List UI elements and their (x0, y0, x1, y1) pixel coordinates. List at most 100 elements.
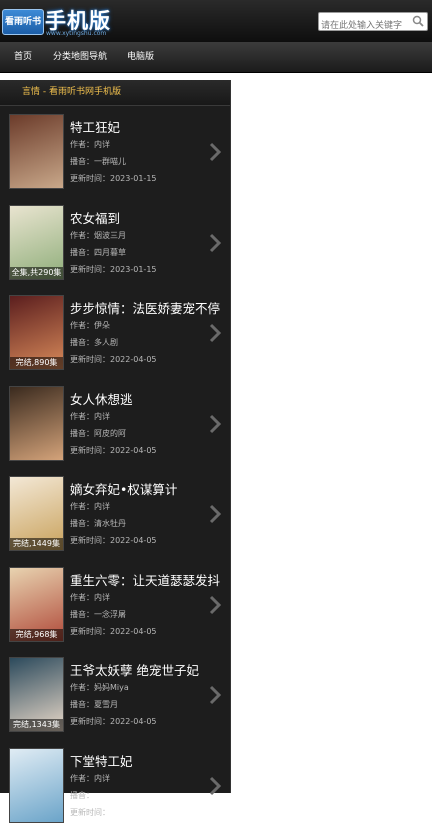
nav-desktop-version[interactable]: 电脑版 (127, 42, 154, 72)
book-list-panel: 言情 - 看雨听书网手机版 特工狂妃 作者：内详 播音：一群喵儿 更新时间：20… (0, 80, 231, 822)
book-author-row: 作者：内详 (70, 139, 110, 150)
book-cover[interactable]: 完结,1343集 (10, 658, 63, 731)
chevron-right-icon[interactable] (208, 684, 222, 706)
book-author: 内详 (94, 593, 110, 602)
chevron-right-icon[interactable] (208, 775, 222, 797)
book-narrator: 一群喵儿 (94, 157, 126, 166)
book-author: 烟波三月 (94, 231, 126, 240)
nav-home[interactable]: 首页 (14, 42, 32, 72)
book-author-row: 作者：内详 (70, 773, 110, 784)
book-list-item[interactable]: 全集,共290集 农女福到 作者：烟波三月 播音：四月暮草 更新时间：2023-… (0, 206, 230, 297)
book-list-item[interactable]: 女人休想逃 作者：内详 播音：阿皮的阿 更新时间：2022-04-05 (0, 387, 230, 478)
book-cover-art (10, 387, 63, 460)
book-title[interactable]: 嫡女弃妃•权谋算计 (70, 479, 230, 498)
book-author-row: 作者：内详 (70, 501, 110, 512)
logo-badge: 看雨听书 (2, 9, 44, 35)
book-narrator-row: 播音：四月暮草 (70, 247, 126, 258)
book-narrator: 一念浮屠 (94, 610, 126, 619)
book-cover[interactable] (10, 387, 63, 460)
updated-label: 更新时间： (70, 536, 110, 545)
chevron-right-icon[interactable] (208, 413, 222, 435)
book-updated-row: 更新时间：2023-01-15 (70, 173, 157, 184)
book-title[interactable]: 步步惊情：法医娇妻宠不停 (70, 298, 230, 317)
book-narrator-row: 播音：夏雪月 (70, 699, 118, 710)
updated-label: 更新时间： (70, 808, 110, 817)
book-narrator: 夏雪月 (94, 700, 118, 709)
book-list-item[interactable]: 特工狂妃 作者：内详 播音：一群喵儿 更新时间：2023-01-15 (0, 115, 230, 206)
book-updated-row: 更新时间：2022-04-05 (70, 354, 157, 365)
chevron-right-icon[interactable] (208, 503, 222, 525)
narrator-label: 播音： (70, 429, 94, 438)
book-title[interactable]: 王爷太妖孽 绝宠世子妃 (70, 660, 230, 679)
narrator-label: 播音： (70, 700, 94, 709)
narrator-label: 播音： (70, 248, 94, 257)
book-cover[interactable] (10, 115, 63, 188)
book-author-row: 作者：内详 (70, 411, 110, 422)
book-title[interactable]: 特工狂妃 (70, 117, 230, 136)
book-author: 内详 (94, 140, 110, 149)
search-box (318, 12, 428, 35)
book-title[interactable]: 女人休想逃 (70, 389, 230, 408)
cover-badge: 完结,1449集 (10, 538, 63, 550)
book-author: 妈妈Miya (94, 683, 129, 692)
nav-category-map[interactable]: 分类地图导航 (53, 42, 107, 72)
book-cover-art (10, 115, 63, 188)
narrator-label: 播音： (70, 157, 94, 166)
chevron-right-icon[interactable] (208, 594, 222, 616)
book-list-item[interactable]: 下堂特工妃 作者：内详 播音： 更新时间： (0, 749, 230, 840)
site-logo[interactable]: 看雨听书 手机版 www.xytingshu.com (2, 5, 112, 37)
book-updated: 2022-04-05 (110, 536, 157, 545)
book-list-item[interactable]: 完结,890集 步步惊情：法医娇妻宠不停 作者：伊朵 播音：多人剧 更新时间：2… (0, 296, 230, 387)
book-cover[interactable] (10, 749, 63, 822)
narrator-label: 播音： (70, 791, 94, 800)
book-updated-row: 更新时间：2022-04-05 (70, 626, 157, 637)
book-author-row: 作者：伊朵 (70, 320, 110, 331)
chevron-right-icon[interactable] (208, 232, 222, 254)
search-icon[interactable] (412, 15, 424, 27)
author-label: 作者： (70, 140, 94, 149)
author-label: 作者： (70, 412, 94, 421)
book-updated: 2023-01-15 (110, 174, 157, 183)
book-updated: 2022-04-05 (110, 355, 157, 364)
book-updated-row: 更新时间：2022-04-05 (70, 716, 157, 727)
book-author: 内详 (94, 502, 110, 511)
book-list-item[interactable]: 完结,1343集 王爷太妖孽 绝宠世子妃 作者：妈妈Miya 播音：夏雪月 更新… (0, 658, 230, 749)
logo-url: www.xytingshu.com (46, 30, 107, 37)
book-author: 内详 (94, 412, 110, 421)
author-label: 作者： (70, 231, 94, 240)
narrator-label: 播音： (70, 610, 94, 619)
chevron-right-icon[interactable] (208, 322, 222, 344)
book-title[interactable]: 重生六零：让天道瑟瑟发抖 (70, 570, 230, 589)
author-label: 作者： (70, 321, 94, 330)
book-title[interactable]: 下堂特工妃 (70, 751, 230, 770)
main-nav: 首页 分类地图导航 电脑版 (0, 42, 432, 73)
book-cover[interactable]: 完结,890集 (10, 296, 63, 369)
cover-badge: 完结,968集 (10, 629, 63, 641)
author-label: 作者： (70, 774, 94, 783)
updated-label: 更新时间： (70, 355, 110, 364)
search-input[interactable] (319, 17, 409, 35)
book-cover[interactable]: 全集,共290集 (10, 206, 63, 279)
book-narrator: 清水牡丹 (94, 519, 126, 528)
book-cover[interactable]: 完结,968集 (10, 568, 63, 641)
book-author: 内详 (94, 774, 110, 783)
book-author-row: 作者：妈妈Miya (70, 682, 129, 693)
updated-label: 更新时间： (70, 717, 110, 726)
book-narrator-row: 播音：多人剧 (70, 337, 118, 348)
author-label: 作者： (70, 502, 94, 511)
chevron-right-icon[interactable] (208, 141, 222, 163)
book-narrator-row: 播音：一念浮屠 (70, 609, 126, 620)
book-list-item[interactable]: 完结,1449集 嫡女弃妃•权谋算计 作者：内详 播音：清水牡丹 更新时间：20… (0, 477, 230, 568)
updated-label: 更新时间： (70, 265, 110, 274)
updated-label: 更新时间： (70, 627, 110, 636)
book-title[interactable]: 农女福到 (70, 208, 230, 227)
book-updated-row: 更新时间：2022-04-05 (70, 535, 157, 546)
book-updated: 2023-01-15 (110, 265, 157, 274)
book-cover[interactable]: 完结,1449集 (10, 477, 63, 550)
book-narrator-row: 播音：清水牡丹 (70, 518, 126, 529)
book-list-item[interactable]: 完结,968集 重生六零：让天道瑟瑟发抖 作者：内详 播音：一念浮屠 更新时间：… (0, 568, 230, 659)
book-author-row: 作者：内详 (70, 592, 110, 603)
book-updated-row: 更新时间：2023-01-15 (70, 264, 157, 275)
book-updated: 2022-04-05 (110, 446, 157, 455)
cover-badge: 完结,1343集 (10, 719, 63, 731)
